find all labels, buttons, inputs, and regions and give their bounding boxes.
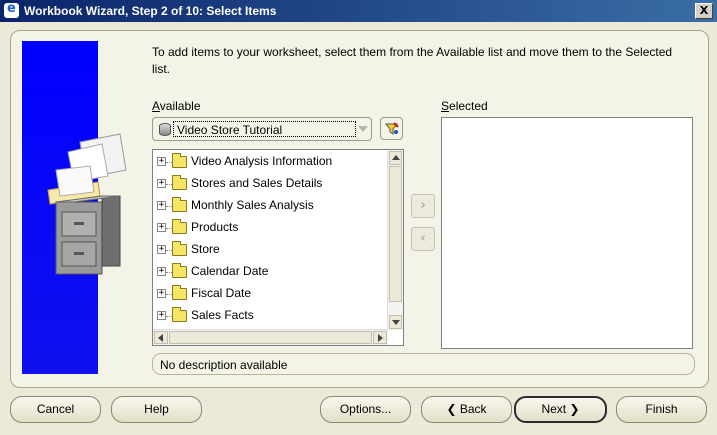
folder-icon bbox=[172, 153, 187, 168]
selected-label-accel: S bbox=[441, 99, 450, 113]
selected-label-rest: elected bbox=[449, 99, 488, 113]
available-label-rest: vailable bbox=[159, 99, 201, 113]
tree-item-label: Stores and Sales Details bbox=[191, 176, 323, 190]
description-text: No description available bbox=[160, 358, 288, 372]
expand-icon[interactable]: + bbox=[157, 289, 166, 298]
folder-icon bbox=[172, 241, 187, 256]
help-button[interactable]: Help bbox=[111, 396, 202, 423]
folder-icon bbox=[172, 219, 187, 234]
folder-icon bbox=[172, 175, 187, 190]
window-title: Workbook Wizard, Step 2 of 10: Select It… bbox=[24, 4, 277, 18]
business-area-value: Video Store Tutorial bbox=[177, 123, 283, 137]
available-label: Available bbox=[152, 99, 201, 113]
expand-icon[interactable]: + bbox=[157, 201, 166, 210]
tree-item-label: Calendar Date bbox=[191, 264, 269, 278]
close-button[interactable]: X bbox=[695, 3, 713, 19]
folder-icon bbox=[172, 285, 187, 300]
filter-button[interactable] bbox=[380, 117, 403, 140]
options-button[interactable]: Options... bbox=[320, 396, 411, 423]
selected-label: Selected bbox=[441, 99, 488, 113]
chevron-down-icon[interactable] bbox=[358, 126, 368, 132]
folder-icon bbox=[172, 307, 187, 322]
business-area-dropdown[interactable]: Video Store Tutorial bbox=[152, 117, 372, 141]
horizontal-scrollbar[interactable] bbox=[153, 329, 388, 345]
expand-icon[interactable]: + bbox=[157, 245, 166, 254]
chevron-left-icon: ❮ bbox=[446, 402, 457, 416]
tree-item-label: Store bbox=[191, 242, 220, 256]
instructions-text: To add items to your worksheet, select t… bbox=[152, 45, 673, 76]
selected-items-list[interactable] bbox=[441, 117, 693, 349]
folder-icon bbox=[172, 263, 187, 278]
finish-button[interactable]: Finish bbox=[616, 396, 707, 423]
tree-item-label: Products bbox=[191, 220, 239, 234]
add-item-button[interactable]: › bbox=[411, 194, 435, 218]
file-cabinet-graphic bbox=[47, 133, 127, 275]
tree-item-label: Fiscal Date bbox=[191, 286, 252, 300]
back-button[interactable]: ❮ Back bbox=[421, 396, 512, 423]
tree-item-label: Video Analysis Information bbox=[191, 154, 333, 168]
description-box: No description available bbox=[152, 353, 695, 375]
expand-icon[interactable]: + bbox=[157, 311, 166, 320]
available-items-tree[interactable]: + Video Analysis Information + Stores an… bbox=[152, 149, 404, 346]
tree-item-label: Sales Facts bbox=[191, 308, 254, 322]
expand-icon[interactable]: + bbox=[157, 179, 166, 188]
next-label: Next bbox=[541, 402, 567, 416]
tree-item-label: Monthly Sales Analysis bbox=[191, 198, 314, 212]
remove-item-button[interactable]: ‹ bbox=[411, 227, 435, 251]
available-label-accel: A bbox=[152, 99, 160, 113]
app-icon bbox=[4, 1, 19, 18]
expand-icon[interactable]: + bbox=[157, 267, 166, 276]
next-button[interactable]: Next ❯ bbox=[514, 396, 607, 423]
workbook-wizard-window: Workbook Wizard, Step 2 of 10: Select It… bbox=[0, 0, 717, 435]
vertical-scroll-thumb[interactable] bbox=[389, 166, 402, 302]
filter-icon bbox=[384, 122, 399, 135]
scroll-down-icon[interactable] bbox=[389, 315, 402, 329]
title-bar: Workbook Wizard, Step 2 of 10: Select It… bbox=[0, 0, 717, 22]
scroll-right-icon[interactable] bbox=[373, 331, 387, 344]
expand-icon[interactable]: + bbox=[157, 223, 166, 232]
horizontal-scroll-thumb[interactable] bbox=[169, 331, 372, 344]
scroll-left-icon[interactable] bbox=[154, 331, 168, 344]
cancel-button[interactable]: Cancel bbox=[10, 396, 101, 423]
chevron-right-icon: ❯ bbox=[569, 402, 580, 416]
expand-icon[interactable]: + bbox=[157, 157, 166, 166]
database-icon bbox=[159, 123, 171, 136]
back-label: Back bbox=[459, 402, 487, 416]
vertical-scrollbar[interactable] bbox=[387, 150, 403, 330]
scroll-up-icon[interactable] bbox=[389, 151, 402, 165]
folder-icon bbox=[172, 197, 187, 212]
